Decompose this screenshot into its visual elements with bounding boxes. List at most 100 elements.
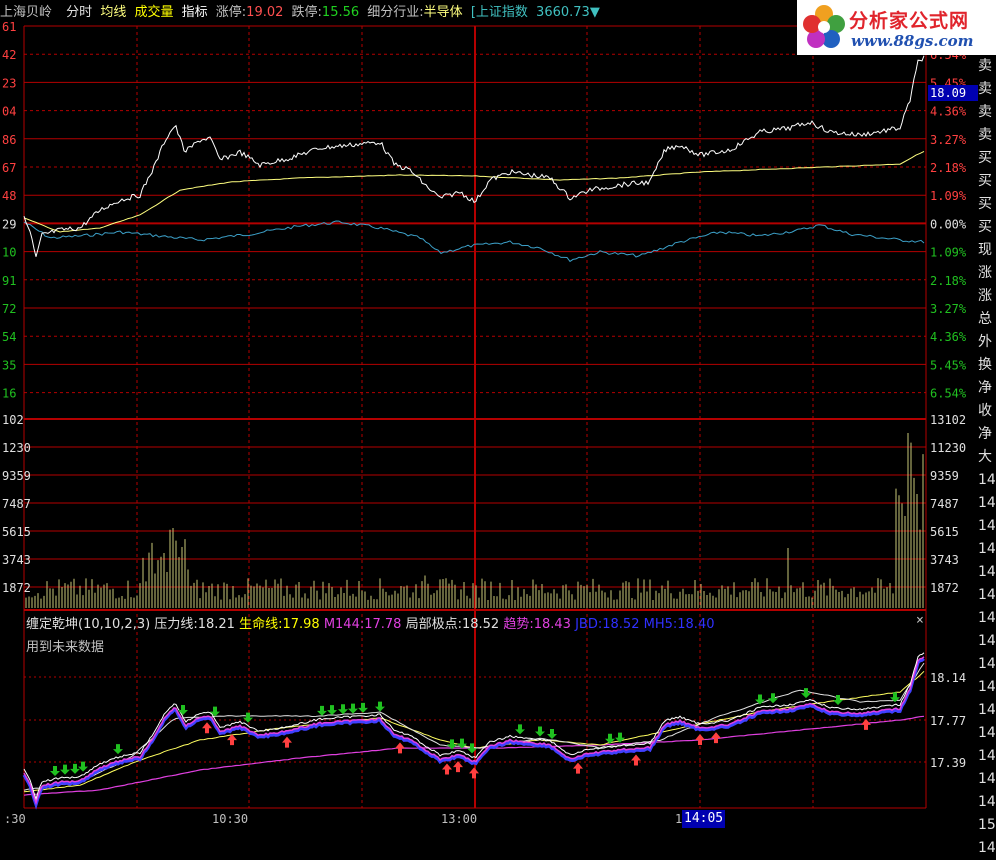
mh5-value: 18.40 bbox=[677, 617, 715, 632]
pct-axis-label: 3.27% bbox=[930, 302, 967, 316]
price-axis-label: 04 bbox=[2, 105, 16, 119]
volume-axis-label-right: 3743 bbox=[930, 553, 959, 567]
pressure-value: 18.21 bbox=[197, 617, 235, 632]
volume-axis-label: 7487 bbox=[2, 497, 31, 511]
volume-axis-label: 9359 bbox=[2, 469, 31, 483]
price-axis-label: 16 bbox=[2, 387, 16, 401]
down-arrow-icon bbox=[70, 763, 80, 774]
up-arrow-icon bbox=[695, 734, 705, 745]
price-axis-label: 10 bbox=[2, 246, 16, 260]
down-arrow-icon bbox=[547, 729, 557, 739]
right-strip-item: 14 bbox=[978, 564, 996, 580]
down-arrow-icon bbox=[358, 702, 368, 713]
volume-axis-label: 1872 bbox=[2, 581, 31, 595]
limit-up-value: 19.02 bbox=[246, 5, 284, 20]
indicator-axis-label: 17.77 bbox=[930, 714, 966, 728]
pct-axis-label: 0.00% bbox=[930, 217, 967, 231]
right-strip-item: 卖 bbox=[978, 127, 992, 143]
tab-timeshare[interactable]: 分时 bbox=[66, 5, 92, 20]
right-strip-item: 涨 bbox=[978, 265, 992, 281]
m144-label: M144: bbox=[323, 617, 365, 632]
up-arrow-icon bbox=[202, 722, 212, 734]
right-strip-item: 买 bbox=[978, 219, 992, 235]
indicator-name[interactable]: 缠定乾坤(10,10,2,3) bbox=[26, 617, 150, 632]
index-name[interactable]: [上证指数 bbox=[471, 5, 528, 20]
up-arrow-icon bbox=[573, 762, 583, 774]
pct-axis-label: 2.18% bbox=[930, 274, 967, 288]
right-strip-item: 大 bbox=[978, 449, 992, 465]
pct-axis-label: 4.36% bbox=[930, 105, 967, 119]
tab-average[interactable]: 均线 bbox=[100, 5, 126, 20]
index-value: 3660.73 bbox=[536, 5, 590, 20]
down-arrow-icon bbox=[210, 706, 220, 717]
current-price-badge: 18.09 bbox=[928, 85, 978, 101]
volume-axis-label-right: 11230 bbox=[930, 441, 966, 455]
extreme-value: 18.52 bbox=[461, 617, 500, 632]
up-arrow-icon bbox=[711, 732, 721, 744]
tab-volume[interactable]: 成交量 bbox=[134, 5, 173, 20]
right-strip-item: 14 bbox=[978, 725, 996, 741]
trend-label: 趋势: bbox=[503, 617, 534, 632]
right-strip-item: 外 bbox=[978, 334, 992, 350]
right-strip-item: 14 bbox=[978, 610, 996, 626]
right-strip-item: 买 bbox=[978, 150, 992, 166]
indicator-axis-label: 17.39 bbox=[930, 756, 966, 770]
right-strip-item: 涨 bbox=[978, 288, 992, 304]
stock-name[interactable]: 上海贝岭 bbox=[0, 5, 52, 20]
right-strip-item: 净 bbox=[978, 426, 992, 442]
volume-axis-label-right: 13102 bbox=[930, 413, 966, 427]
right-strip-item: 净 bbox=[978, 380, 992, 396]
life-value: 17.98 bbox=[282, 617, 320, 632]
price-axis-label: 23 bbox=[2, 76, 16, 90]
right-strip-item: 换 bbox=[978, 357, 992, 373]
right-strip-item: 买 bbox=[978, 173, 992, 189]
volume-axis-label: 1230 bbox=[2, 441, 31, 455]
up-arrow-icon bbox=[395, 742, 405, 754]
price-axis-label: 91 bbox=[2, 274, 16, 288]
right-strip-item: 总 bbox=[978, 311, 992, 327]
right-strip-item: 14 bbox=[978, 679, 996, 695]
up-arrow-icon bbox=[469, 767, 479, 779]
right-strip-item: 14 bbox=[978, 541, 996, 557]
jbd-value: 18.52 bbox=[602, 617, 640, 632]
jbd-label: JBD: bbox=[575, 617, 603, 632]
right-strip-item: 14 bbox=[978, 748, 996, 764]
right-strip-item: 收 bbox=[978, 403, 992, 419]
right-strip-item: 14 bbox=[978, 633, 996, 649]
price-axis-label: 86 bbox=[2, 133, 16, 147]
close-indicator-icon[interactable]: × bbox=[916, 613, 924, 628]
industry-value[interactable]: 半导体 bbox=[424, 5, 463, 20]
down-arrow-icon bbox=[60, 764, 70, 775]
right-strip-item: 14 bbox=[978, 495, 996, 511]
pct-axis-label: 2.18% bbox=[930, 161, 967, 175]
down-arrow-icon bbox=[348, 703, 358, 714]
volume-axis-label: 102 bbox=[2, 413, 24, 427]
up-arrow-icon bbox=[282, 736, 292, 748]
chart-canvas[interactable]: 61422304866748291091725435166.54%5.45%4.… bbox=[0, 0, 996, 828]
up-arrow-icon bbox=[453, 761, 463, 773]
pct-axis-label: 1.09% bbox=[930, 246, 967, 260]
time-axis-label: 10:30 bbox=[212, 812, 248, 826]
down-arrow-icon bbox=[535, 726, 545, 737]
indicator-title: 缠定乾坤(10,10,2,3) 压力线:18.21 生命线:17.98 M144… bbox=[26, 613, 714, 632]
tab-indicator[interactable]: 指标 bbox=[182, 5, 208, 20]
flower-logo-icon bbox=[803, 5, 845, 48]
pct-axis-label: 5.45% bbox=[930, 358, 967, 372]
up-arrow-icon bbox=[631, 754, 641, 766]
price-axis-label: 67 bbox=[2, 161, 16, 175]
price-axis-label: 54 bbox=[2, 330, 16, 344]
down-arrow-icon bbox=[327, 705, 337, 716]
life-label: 生命线: bbox=[239, 617, 283, 632]
down-arrow-icon bbox=[113, 744, 123, 755]
pct-axis-label: 4.36% bbox=[930, 330, 967, 344]
volume-axis-label: 5615 bbox=[2, 525, 31, 539]
right-strip-item: 14 bbox=[978, 771, 996, 787]
indicator-subtitle: 用到未来数据 bbox=[26, 640, 105, 655]
price-axis-label: 72 bbox=[2, 302, 16, 316]
down-arrow-icon bbox=[768, 693, 778, 704]
volume-axis-label-right: 1872 bbox=[930, 581, 959, 595]
time-axis-label: 13:00 bbox=[441, 812, 477, 826]
right-strip-item: 15 bbox=[978, 817, 996, 833]
right-strip-item: 14 bbox=[978, 656, 996, 672]
volume-axis-label-right: 5615 bbox=[930, 525, 959, 539]
